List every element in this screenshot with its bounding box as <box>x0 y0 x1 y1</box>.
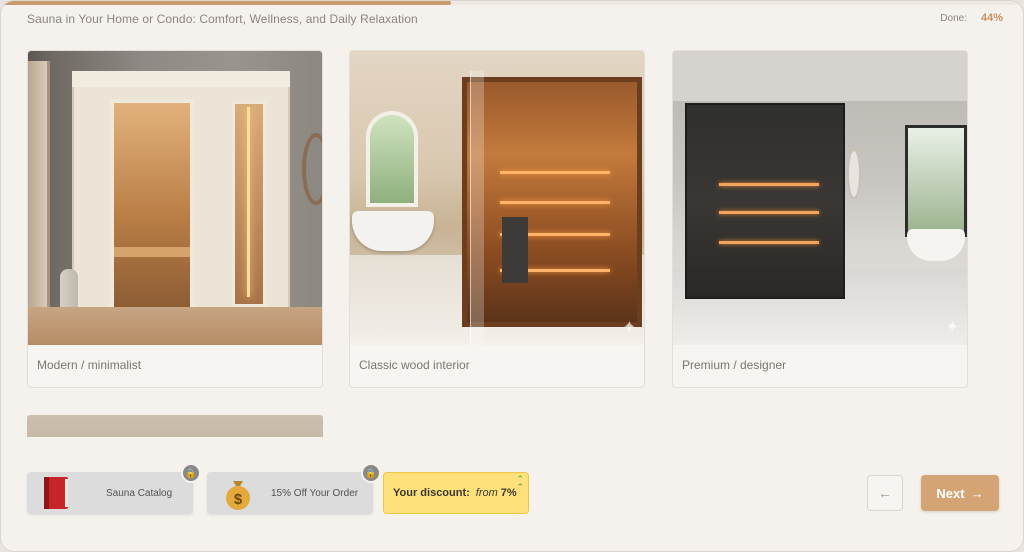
back-button[interactable]: ← <box>867 475 903 511</box>
book-icon <box>44 477 68 509</box>
arrow-right-icon: → <box>970 485 984 501</box>
increase-icon: ⌃ ⌃ <box>516 474 524 492</box>
your-discount-badge: Your discount: from 7% ⌃ ⌃ <box>383 472 529 514</box>
done-percent: 44% <box>980 12 1003 24</box>
page-title: Sauna in Your Home or Condo: Comfort, We… <box>27 12 418 26</box>
next-button[interactable]: Next → <box>921 475 999 511</box>
order-discount-reward: $ 15% Off Your Order 🔒 <box>207 463 381 514</box>
done-label: Done: <box>940 13 967 24</box>
sparkle-icon: ✦ <box>945 319 959 336</box>
quiz-window: Sauna in Your Home or Condo: Comfort, We… <box>0 0 1024 552</box>
lock-icon: 🔒 <box>181 463 201 483</box>
option-label: Modern / minimalist <box>37 358 142 372</box>
option-label: Premium / designer <box>682 358 787 372</box>
next-label: Next <box>936 485 965 501</box>
catalog-reward: Sauna Catalog 🔒 <box>27 463 201 514</box>
progress-bar <box>1 1 1023 5</box>
discount-label: Your discount: <box>393 487 470 499</box>
discount-value: 7% <box>500 487 517 499</box>
money-bag-icon: $ <box>226 481 250 510</box>
premium-sauna-image: ✦ <box>673 51 967 345</box>
lock-icon: 🔒 <box>361 463 381 483</box>
arrow-left-icon: ← <box>878 485 892 501</box>
option-card-partial[interactable] <box>27 415 323 437</box>
discount-from: from <box>475 487 498 499</box>
progress-indicator: Done: 44% <box>940 12 1003 24</box>
option-card-modern[interactable]: Modern / minimalist <box>27 50 323 388</box>
svg-text:$: $ <box>234 491 243 508</box>
modern-sauna-image <box>28 51 322 345</box>
sparkle-icon: ✦ <box>622 319 636 336</box>
option-card-premium[interactable]: ✦ Premium / designer <box>672 50 968 388</box>
option-card-classic[interactable]: ✦ Classic wood interior <box>349 50 645 388</box>
order-discount-label: 15% Off Your Order <box>271 487 359 499</box>
option-label: Classic wood interior <box>359 358 470 372</box>
classic-sauna-image: ✦ <box>350 51 644 345</box>
catalog-label: Sauna Catalog <box>106 487 173 499</box>
progress-fill <box>1 1 451 5</box>
